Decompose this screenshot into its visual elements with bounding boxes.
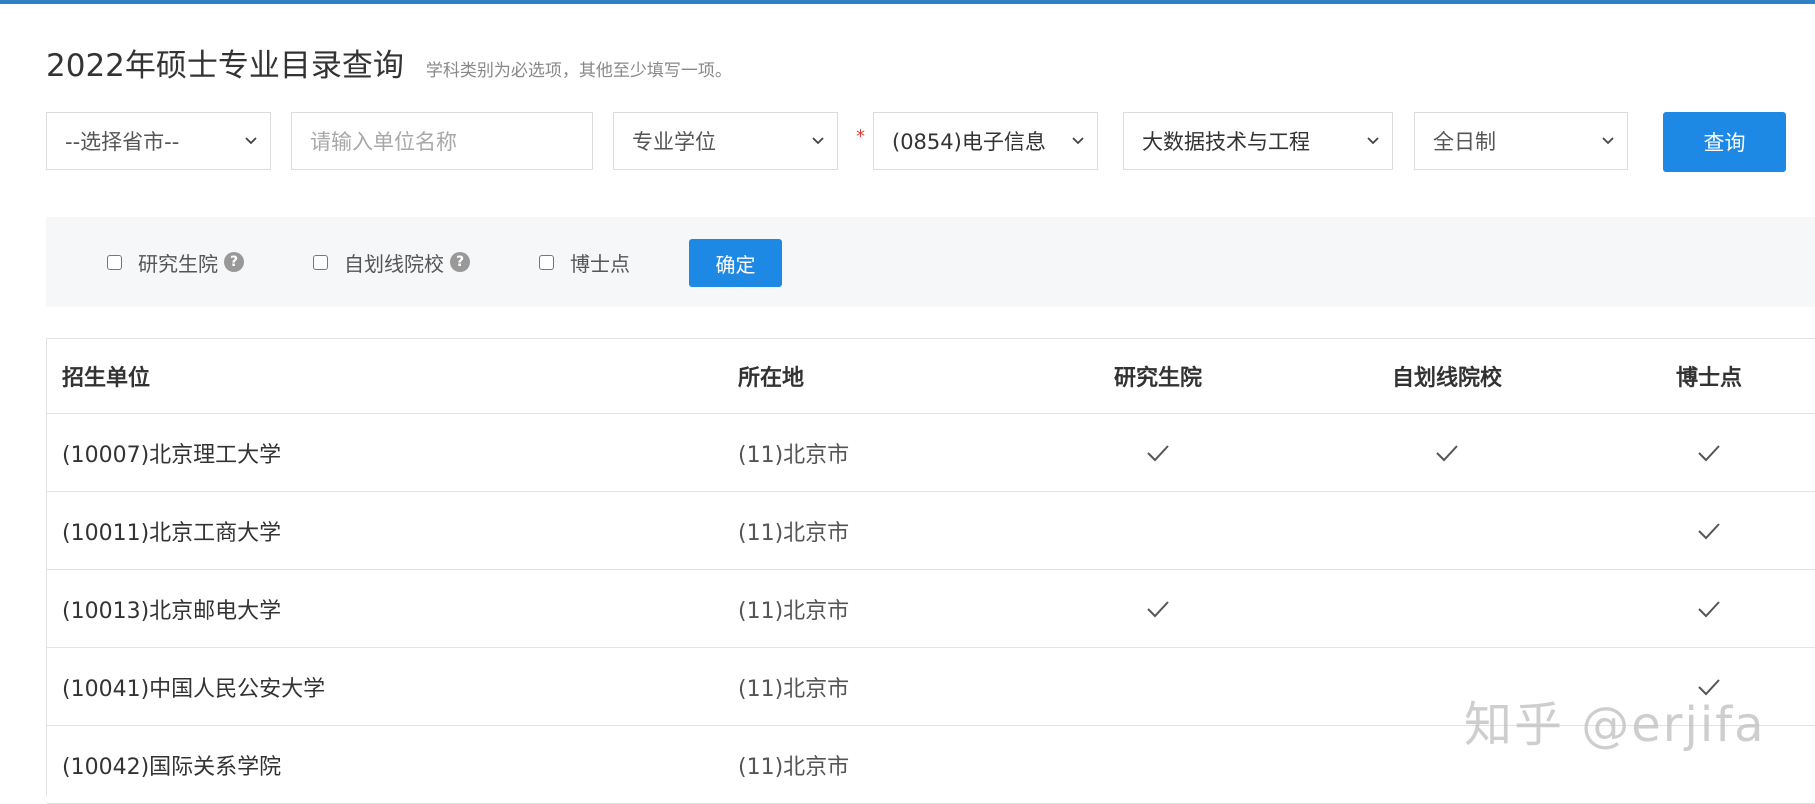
unit-name-placeholder: 请输入单位名称 (310, 130, 457, 154)
doctoral-cell (1609, 570, 1809, 647)
grad-school-checkbox[interactable] (107, 254, 122, 270)
unit-name-cell[interactable]: (10013)北京邮电大学 (62, 570, 281, 647)
check-icon (1147, 600, 1169, 617)
specialty-value: 大数据技术与工程 (1142, 130, 1310, 154)
grad-school-cell (1058, 648, 1258, 725)
grad-school-cell (1058, 726, 1258, 803)
confirm-button[interactable]: 确定 (689, 239, 782, 287)
location-cell: (11)北京市 (738, 676, 850, 702)
chevron-down-icon (1072, 137, 1084, 145)
unit-name-cell[interactable]: (10007)北京理工大学 (62, 414, 281, 491)
unit-name-cell[interactable]: (10011)北京工商大学 (62, 492, 281, 569)
header-self-line: 自划线院校 (1391, 366, 1502, 391)
grad-school-cell (1058, 492, 1258, 569)
header-location: 所在地 (738, 366, 805, 391)
study-mode-value: 全日制 (1433, 130, 1496, 154)
query-button[interactable]: 查询 (1663, 112, 1786, 172)
grad-school-label: 研究生院 (138, 251, 218, 276)
location-cell: (11)北京市 (738, 520, 850, 546)
table-row: (10007)北京理工大学 (11)北京市 (47, 414, 1815, 492)
page-header: 2022年硕士专业目录查询 学科类别为必选项，其他至少填写一项。 (46, 40, 732, 84)
page-subtitle: 学科类别为必选项，其他至少填写一项。 (425, 61, 732, 81)
chevron-down-icon (1367, 137, 1379, 145)
doctoral-cell (1609, 414, 1809, 491)
required-marker: * (856, 126, 865, 147)
location-cell: (11)北京市 (738, 598, 850, 624)
top-accent-bar (0, 0, 1815, 4)
chevron-down-icon (1602, 137, 1614, 145)
unit-name-cell[interactable]: (10042)国际关系学院 (62, 726, 281, 803)
table-row: (10011)北京工商大学 (11)北京市 (47, 492, 1815, 570)
doctoral-label: 博士点 (570, 251, 630, 276)
header-doctoral: 博士点 (1675, 366, 1742, 391)
specialty-select[interactable]: 大数据技术与工程 (1123, 112, 1393, 170)
unit-name-cell[interactable]: (10041)中国人民公安大学 (62, 648, 325, 725)
watermark: 知乎 @erjifa (1464, 697, 1766, 753)
doctoral-cell (1609, 492, 1809, 569)
check-icon (1698, 522, 1720, 539)
self-line-cell (1347, 492, 1547, 569)
degree-type-value: 专业学位 (632, 130, 716, 154)
check-icon (1698, 444, 1720, 461)
self-line-checkbox[interactable] (313, 254, 328, 270)
help-icon[interactable]: ? (224, 252, 244, 272)
check-icon (1436, 444, 1458, 461)
grad-school-cell (1058, 570, 1258, 647)
page-title: 2022年硕士专业目录查询 (46, 48, 404, 84)
chevron-down-icon (245, 137, 257, 145)
check-icon (1698, 600, 1720, 617)
unit-name-input[interactable]: 请输入单位名称 (291, 112, 593, 170)
self-line-cell (1347, 414, 1547, 491)
chevron-down-icon (812, 137, 824, 145)
self-line-cell (1347, 570, 1547, 647)
location-cell: (11)北京市 (738, 754, 850, 780)
province-select[interactable]: --选择省市-- (46, 112, 271, 170)
help-icon[interactable]: ? (450, 252, 470, 272)
discipline-value: (0854)电子信息 (892, 130, 1046, 154)
location-cell: (11)北京市 (738, 442, 850, 468)
table-header-row: 招生单位 所在地 研究生院 自划线院校 博士点 (47, 339, 1815, 414)
self-line-filter[interactable]: 自划线院校 ? (313, 217, 470, 307)
table-row: (10013)北京邮电大学 (11)北京市 (47, 570, 1815, 648)
grad-school-cell (1058, 414, 1258, 491)
grad-school-filter[interactable]: 研究生院 ? (107, 217, 244, 307)
study-mode-select[interactable]: 全日制 (1414, 112, 1628, 170)
degree-type-select[interactable]: 专业学位 (613, 112, 838, 170)
self-line-label: 自划线院校 (344, 251, 444, 276)
doctoral-filter[interactable]: 博士点 (539, 217, 630, 307)
filter-bar: 研究生院 ? 自划线院校 ? 博士点 确定 (46, 217, 1815, 307)
check-icon (1147, 444, 1169, 461)
header-unit: 招生单位 (62, 366, 151, 391)
province-select-value: --选择省市-- (65, 130, 180, 154)
doctoral-checkbox[interactable] (539, 254, 554, 270)
discipline-select[interactable]: (0854)电子信息 (873, 112, 1098, 170)
header-grad-school: 研究生院 (1113, 366, 1202, 391)
